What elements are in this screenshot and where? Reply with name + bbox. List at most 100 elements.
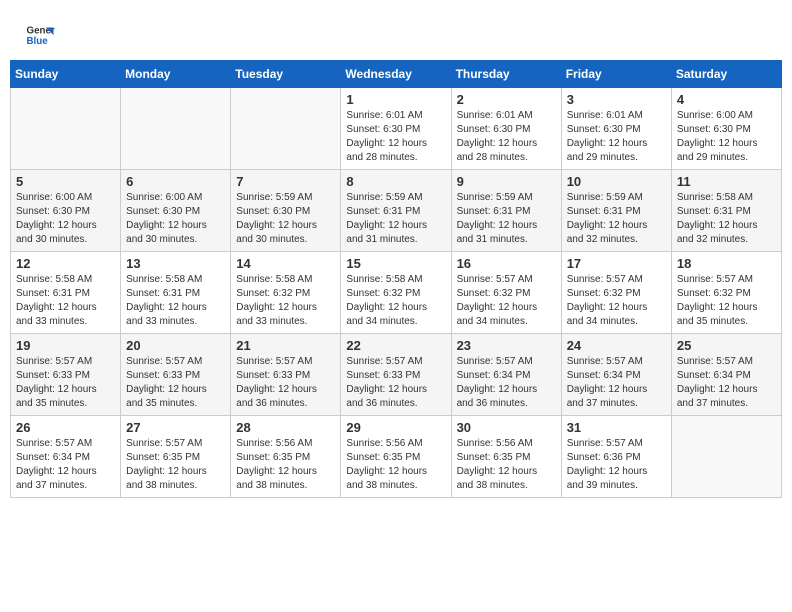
day-number: 15	[346, 256, 445, 271]
calendar-cell: 13 Sunrise: 5:58 AMSunset: 6:31 PMDayligh…	[121, 252, 231, 334]
day-number: 6	[126, 174, 225, 189]
calendar-cell: 30Sunrise: 5:56 AMSunset: 6:35 PMDayligh…	[451, 416, 561, 498]
calendar-cell: 4 Sunrise: 6:00 AMSunset: 6:30 PMDaylight…	[671, 88, 781, 170]
day-info: Sunrise: 6:00 AMSunset: 6:30 PMDaylight:…	[126, 191, 225, 247]
day-info: Sunrise: 5:57 AMSunset: 6:34 PMDaylight:…	[16, 437, 115, 493]
day-number: 20	[126, 338, 225, 353]
col-header-monday: Monday	[121, 61, 231, 88]
day-number: 25	[677, 338, 776, 353]
day-info: Sunrise: 5:57 AMSunset: 6:32 PMDaylight:…	[567, 273, 666, 329]
day-number: 7	[236, 174, 335, 189]
calendar-cell: 16 Sunrise: 5:57 AMSunset: 6:32 PMDayligh…	[451, 252, 561, 334]
calendar-cell: 3Sunrise: 6:01 AMSunset: 6:30 PMDaylight…	[561, 88, 671, 170]
day-info: Sunrise: 5:57 AMSunset: 6:34 PMDaylight:…	[677, 355, 776, 411]
calendar-table: SundayMondayTuesdayWednesdayThursdayFrid…	[10, 60, 782, 498]
calendar-cell: 19 Sunrise: 5:57 AMSunset: 6:33 PMDayligh…	[11, 334, 121, 416]
day-number: 24	[567, 338, 666, 353]
day-info: Sunrise: 6:00 AMSunset: 6:30 PMDaylight:…	[16, 191, 115, 247]
day-info: Sunrise: 5:57 AMSunset: 6:36 PMDaylight:…	[567, 437, 666, 493]
day-info: Sunrise: 5:58 AMSunset: 6:31 PMDaylight:…	[677, 191, 776, 247]
calendar-cell: 5 Sunrise: 6:00 AMSunset: 6:30 PMDaylight…	[11, 170, 121, 252]
day-number: 4	[677, 92, 776, 107]
calendar-cell: 21 Sunrise: 5:57 AMSunset: 6:33 PMDayligh…	[231, 334, 341, 416]
day-number: 14	[236, 256, 335, 271]
logo: General Blue	[25, 20, 55, 50]
calendar-cell: 27 Sunrise: 5:57 AMSunset: 6:35 PMDayligh…	[121, 416, 231, 498]
header-row: SundayMondayTuesdayWednesdayThursdayFrid…	[11, 61, 782, 88]
logo-icon: General Blue	[25, 20, 55, 50]
calendar-cell: 6 Sunrise: 6:00 AMSunset: 6:30 PMDaylight…	[121, 170, 231, 252]
calendar-cell: 25 Sunrise: 5:57 AMSunset: 6:34 PMDayligh…	[671, 334, 781, 416]
day-info: Sunrise: 5:57 AMSunset: 6:34 PMDaylight:…	[567, 355, 666, 411]
day-number: 17	[567, 256, 666, 271]
col-header-saturday: Saturday	[671, 61, 781, 88]
day-number: 11	[677, 174, 776, 189]
calendar-cell: 11 Sunrise: 5:58 AMSunset: 6:31 PMDayligh…	[671, 170, 781, 252]
day-number: 29	[346, 420, 445, 435]
calendar-week-2: 5 Sunrise: 6:00 AMSunset: 6:30 PMDaylight…	[11, 170, 782, 252]
day-number: 26	[16, 420, 115, 435]
day-info: Sunrise: 5:57 AMSunset: 6:33 PMDaylight:…	[126, 355, 225, 411]
svg-text:Blue: Blue	[27, 36, 49, 47]
day-number: 18	[677, 256, 776, 271]
day-number: 31	[567, 420, 666, 435]
calendar-cell: 31 Sunrise: 5:57 AMSunset: 6:36 PMDayligh…	[561, 416, 671, 498]
day-info: Sunrise: 5:59 AMSunset: 6:30 PMDaylight:…	[236, 191, 335, 247]
calendar-cell: 15 Sunrise: 5:58 AMSunset: 6:32 PMDayligh…	[341, 252, 451, 334]
day-info: Sunrise: 5:57 AMSunset: 6:32 PMDaylight:…	[457, 273, 556, 329]
day-number: 19	[16, 338, 115, 353]
day-info: Sunrise: 6:00 AMSunset: 6:30 PMDaylight:…	[677, 109, 776, 165]
day-number: 13	[126, 256, 225, 271]
calendar-cell: 18 Sunrise: 5:57 AMSunset: 6:32 PMDayligh…	[671, 252, 781, 334]
day-info: Sunrise: 5:57 AMSunset: 6:34 PMDaylight:…	[457, 355, 556, 411]
calendar-cell: 1Sunrise: 6:01 AMSunset: 6:30 PMDaylight…	[341, 88, 451, 170]
day-number: 22	[346, 338, 445, 353]
day-info: Sunrise: 5:56 AMSunset: 6:35 PMDaylight:…	[236, 437, 335, 493]
day-number: 8	[346, 174, 445, 189]
calendar-cell: 26 Sunrise: 5:57 AMSunset: 6:34 PMDayligh…	[11, 416, 121, 498]
calendar-cell	[671, 416, 781, 498]
calendar-week-3: 12 Sunrise: 5:58 AMSunset: 6:31 PMDayligh…	[11, 252, 782, 334]
calendar-cell: 29 Sunrise: 5:56 AMSunset: 6:35 PMDayligh…	[341, 416, 451, 498]
col-header-tuesday: Tuesday	[231, 61, 341, 88]
calendar-cell: 24 Sunrise: 5:57 AMSunset: 6:34 PMDayligh…	[561, 334, 671, 416]
day-number: 27	[126, 420, 225, 435]
calendar-cell	[231, 88, 341, 170]
calendar-cell: 17 Sunrise: 5:57 AMSunset: 6:32 PMDayligh…	[561, 252, 671, 334]
day-number: 21	[236, 338, 335, 353]
day-number: 9	[457, 174, 556, 189]
calendar-cell	[11, 88, 121, 170]
day-info: Sunrise: 5:57 AMSunset: 6:33 PMDaylight:…	[236, 355, 335, 411]
day-number: 5	[16, 174, 115, 189]
calendar-week-1: 1Sunrise: 6:01 AMSunset: 6:30 PMDaylight…	[11, 88, 782, 170]
calendar-cell: 14 Sunrise: 5:58 AMSunset: 6:32 PMDayligh…	[231, 252, 341, 334]
calendar-cell: 7 Sunrise: 5:59 AMSunset: 6:30 PMDaylight…	[231, 170, 341, 252]
page-header: General Blue	[10, 10, 782, 55]
day-info: Sunrise: 5:58 AMSunset: 6:32 PMDaylight:…	[346, 273, 445, 329]
day-number: 28	[236, 420, 335, 435]
day-number: 1	[346, 92, 445, 107]
day-info: Sunrise: 5:57 AMSunset: 6:33 PMDaylight:…	[346, 355, 445, 411]
day-info: Sunrise: 5:57 AMSunset: 6:33 PMDaylight:…	[16, 355, 115, 411]
calendar-cell	[121, 88, 231, 170]
calendar-cell: 20 Sunrise: 5:57 AMSunset: 6:33 PMDayligh…	[121, 334, 231, 416]
calendar-week-4: 19 Sunrise: 5:57 AMSunset: 6:33 PMDayligh…	[11, 334, 782, 416]
day-info: Sunrise: 5:58 AMSunset: 6:31 PMDaylight:…	[16, 273, 115, 329]
day-number: 16	[457, 256, 556, 271]
calendar-cell: 23 Sunrise: 5:57 AMSunset: 6:34 PMDayligh…	[451, 334, 561, 416]
day-number: 30	[457, 420, 556, 435]
day-info: Sunrise: 5:58 AMSunset: 6:31 PMDaylight:…	[126, 273, 225, 329]
day-number: 2	[457, 92, 556, 107]
day-info: Sunrise: 5:57 AMSunset: 6:35 PMDaylight:…	[126, 437, 225, 493]
day-info: Sunrise: 5:58 AMSunset: 6:32 PMDaylight:…	[236, 273, 335, 329]
col-header-friday: Friday	[561, 61, 671, 88]
calendar-cell: 10Sunrise: 5:59 AMSunset: 6:31 PMDayligh…	[561, 170, 671, 252]
calendar-cell: 2Sunrise: 6:01 AMSunset: 6:30 PMDaylight…	[451, 88, 561, 170]
day-number: 12	[16, 256, 115, 271]
day-info: Sunrise: 5:57 AMSunset: 6:32 PMDaylight:…	[677, 273, 776, 329]
day-number: 23	[457, 338, 556, 353]
day-info: Sunrise: 5:56 AMSunset: 6:35 PMDaylight:…	[346, 437, 445, 493]
day-info: Sunrise: 5:59 AMSunset: 6:31 PMDaylight:…	[457, 191, 556, 247]
col-header-wednesday: Wednesday	[341, 61, 451, 88]
calendar-cell: 12 Sunrise: 5:58 AMSunset: 6:31 PMDayligh…	[11, 252, 121, 334]
